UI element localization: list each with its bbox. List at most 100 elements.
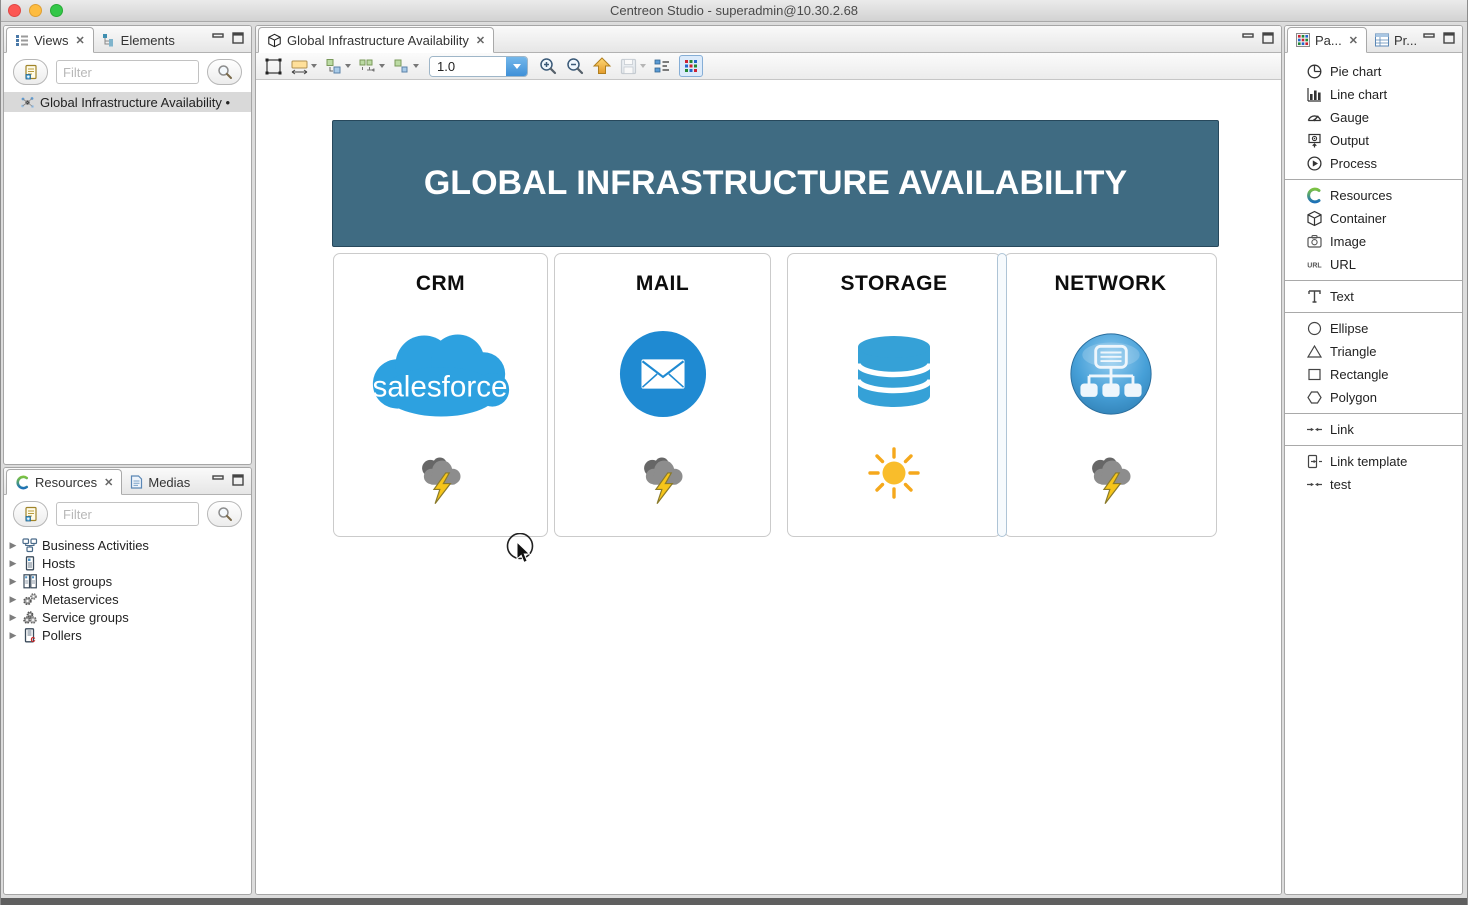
close-icon[interactable]: ✕	[1347, 34, 1358, 47]
card-crm[interactable]: CRM salesforce	[333, 253, 548, 537]
tree-item-pollers[interactable]: ▶ c Pollers	[8, 626, 251, 644]
maximize-panel-icon[interactable]	[232, 474, 245, 487]
palette-item-polygon[interactable]: Polygon	[1285, 386, 1462, 409]
expand-arrow-icon[interactable]: ▶	[8, 576, 18, 587]
palette-item-process[interactable]: Process	[1285, 152, 1462, 175]
minimize-panel-icon[interactable]	[1242, 32, 1255, 45]
views-filter-input[interactable]	[56, 60, 199, 84]
card-mail[interactable]: MAIL	[554, 253, 771, 537]
palette-item-line-chart[interactable]: Line chart	[1285, 83, 1462, 106]
palette-item-text[interactable]: Text	[1285, 285, 1462, 308]
close-icon[interactable]: ✕	[102, 476, 113, 489]
divider-shape[interactable]	[997, 253, 1007, 537]
expand-arrow-icon[interactable]: ▶	[8, 630, 18, 641]
chevron-down-icon[interactable]	[640, 64, 646, 68]
outline-view-button[interactable]	[653, 58, 672, 75]
palette-item-image[interactable]: Image	[1285, 230, 1462, 253]
tree-item-label: Hosts	[42, 556, 75, 571]
card-network[interactable]: NETWORK	[1004, 253, 1217, 537]
view-list-item-label: Global Infrastructure Availability •	[40, 95, 230, 110]
chevron-down-icon[interactable]	[311, 64, 317, 68]
palette-item-test[interactable]: test	[1285, 473, 1462, 496]
card-title: MAIL	[636, 272, 689, 296]
new-view-button[interactable]	[13, 59, 48, 85]
view-list-item[interactable]: Global Infrastructure Availability •	[4, 92, 251, 112]
tab-resources[interactable]: Resources ✕	[6, 469, 122, 495]
palette-item-label: test	[1330, 477, 1351, 492]
minimize-window-button[interactable]	[29, 4, 42, 17]
minimize-panel-icon[interactable]	[212, 32, 225, 45]
tree-item-host-groups[interactable]: ▶ Host groups	[8, 572, 251, 590]
palette-item-link[interactable]: Link	[1285, 418, 1462, 441]
editor-tab[interactable]: Global Infrastructure Availability ✕	[258, 27, 494, 53]
tree-item-business-activities[interactable]: ▶ Business Activities	[8, 536, 251, 554]
palette-item-link-template[interactable]: Link template	[1285, 450, 1462, 473]
banner-title-text: GLOBAL INFRASTRUCTURE AVAILABILITY	[424, 164, 1127, 203]
tree-item-hosts[interactable]: ▶ Hosts	[8, 554, 251, 572]
svg-text:salesforce: salesforce	[372, 371, 507, 404]
tree-item-metaservices[interactable]: ▶ Metaservices	[8, 590, 251, 608]
resources-filter-input[interactable]	[56, 502, 199, 526]
zoom-in-button[interactable]	[538, 56, 558, 76]
maximize-panel-icon[interactable]	[232, 32, 245, 45]
grid-view-button[interactable]	[679, 55, 703, 77]
close-icon[interactable]: ✕	[73, 34, 84, 47]
new-resource-button[interactable]	[13, 501, 48, 527]
close-window-button[interactable]	[8, 4, 21, 17]
distribute-tool-button[interactable]	[324, 58, 351, 75]
title-bar: Centreon Studio - superadmin@10.30.2.68	[1, 0, 1467, 22]
align-tool-button[interactable]	[290, 58, 317, 75]
palette-item-url[interactable]: URL URL	[1285, 253, 1462, 276]
zoom-level-select[interactable]: 1.0	[429, 56, 528, 77]
diagram-canvas[interactable]: GLOBAL INFRASTRUCTURE AVAILABILITY CRM	[256, 81, 1281, 894]
search-icon	[217, 506, 233, 522]
spacing-tool-button[interactable]	[358, 58, 385, 75]
minimize-panel-icon[interactable]	[1423, 32, 1436, 45]
expand-arrow-icon[interactable]: ▶	[8, 540, 18, 551]
media-document-icon	[130, 475, 143, 489]
card-storage[interactable]: STORAGE	[787, 253, 1001, 537]
views-search-button[interactable]	[207, 59, 242, 85]
palette-item-pie-chart[interactable]: Pie chart	[1285, 60, 1462, 83]
palette-item-rectangle[interactable]: Rectangle	[1285, 363, 1462, 386]
palette-item-triangle[interactable]: Triangle	[1285, 340, 1462, 363]
tab-properties[interactable]: Pr...	[1367, 27, 1425, 53]
zoom-out-button[interactable]	[565, 56, 585, 76]
maximize-panel-icon[interactable]	[1443, 32, 1456, 45]
banner-title-block[interactable]: GLOBAL INFRASTRUCTURE AVAILABILITY	[332, 120, 1219, 247]
tab-medias-label: Medias	[148, 475, 190, 490]
chevron-down-icon[interactable]	[413, 64, 419, 68]
palette-item-output[interactable]: Output	[1285, 129, 1462, 152]
tab-views[interactable]: Views ✕	[6, 27, 94, 53]
go-up-button[interactable]	[592, 56, 612, 76]
close-icon[interactable]: ✕	[474, 34, 485, 47]
chevron-down-icon[interactable]	[345, 64, 351, 68]
palette-item-gauge[interactable]: Gauge	[1285, 106, 1462, 129]
palette-item-label: Gauge	[1330, 110, 1369, 125]
minimize-panel-icon[interactable]	[212, 474, 225, 487]
resources-search-button[interactable]	[207, 501, 242, 527]
window-bottom-edge	[1, 898, 1467, 905]
tab-elements[interactable]: Elements	[94, 27, 183, 53]
tree-item-label: Host groups	[42, 574, 112, 589]
expand-arrow-icon[interactable]: ▶	[8, 612, 18, 623]
grid-icon	[684, 59, 698, 73]
tree-item-service-groups[interactable]: ▶ Service groups	[8, 608, 251, 626]
match-size-tool-button[interactable]	[392, 58, 419, 75]
tab-palette[interactable]: Pa... ✕	[1287, 27, 1367, 53]
card-title: STORAGE	[841, 272, 948, 296]
chevron-down-icon[interactable]	[379, 64, 385, 68]
maximize-panel-icon[interactable]	[1262, 32, 1275, 45]
zoom-window-button[interactable]	[50, 4, 63, 17]
save-button[interactable]	[619, 57, 646, 76]
palette-item-resources[interactable]: Resources	[1285, 184, 1462, 207]
palette-item-ellipse[interactable]: Ellipse	[1285, 317, 1462, 340]
expand-arrow-icon[interactable]: ▶	[8, 594, 18, 605]
link-arrows-icon	[1306, 476, 1323, 493]
palette-item-container[interactable]: Container	[1285, 207, 1462, 230]
expand-arrow-icon[interactable]: ▶	[8, 558, 18, 569]
zoom-dropdown-button[interactable]	[506, 57, 527, 76]
selection-frame-button[interactable]	[264, 57, 283, 76]
tab-medias[interactable]: Medias	[122, 469, 198, 495]
svg-text:URL: URL	[1307, 263, 1322, 270]
